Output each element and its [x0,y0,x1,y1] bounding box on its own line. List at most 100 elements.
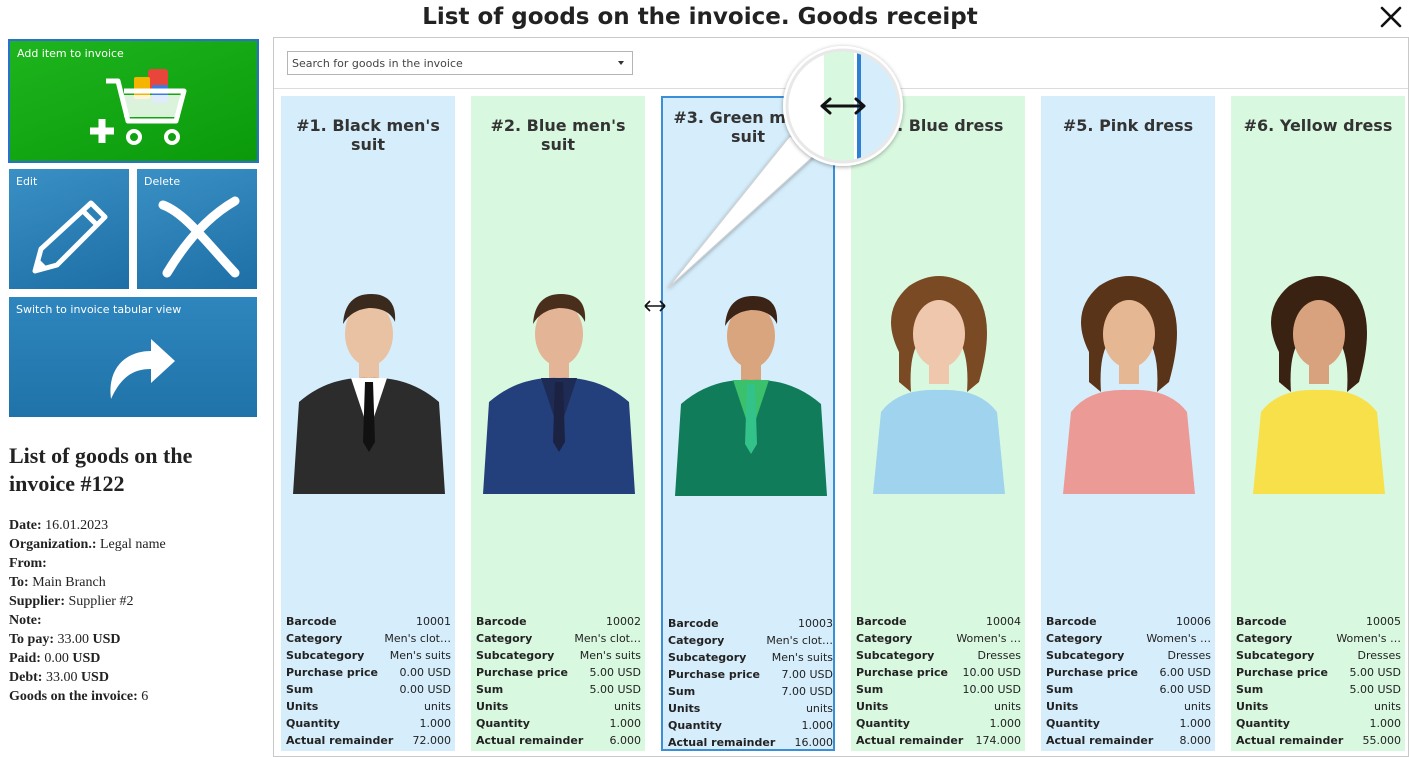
product-card[interactable]: #3. Green men's suit Barcode 10003 Category… [661,96,835,751]
field-value: Men's clot… [384,632,451,645]
field-label: Sum [856,683,884,696]
field-value: 1.000 [1369,717,1402,730]
add-item-button[interactable]: Add item to invoice [8,39,259,163]
product-card[interactable]: #4. Blue dress Barcode 10004 Category Women'… [851,96,1025,751]
field-label: Units [286,700,319,713]
field-value: 10.00 USD [962,683,1022,696]
field-value: Men's suits [579,649,641,662]
field-value: units [613,700,641,713]
field-label: Purchase price [668,668,760,681]
product-card[interactable]: #5. Pink dress Barcode 10006 Category Women'… [1041,96,1215,751]
field-value: Dresses [1167,649,1211,662]
product-card[interactable]: #6. Yellow dress Barcode 10005 Category Wome… [1231,96,1405,751]
field-row-category: Category Women's … [1236,630,1401,647]
info-debt: Debt: 33.00 USD [9,670,109,685]
field-label: Purchase price [856,666,948,679]
edit-button[interactable]: Edit [9,169,129,289]
product-fields: Barcode 10003 Category Men's clot… Subcatego… [668,615,833,751]
field-label: Quantity [476,717,530,730]
field-row-units: Units units [1046,698,1211,715]
field-row-subcategory: Subcategory Men's suits [476,647,641,664]
switch-view-label: Switch to invoice tabular view [16,303,182,316]
field-row-units: Units units [856,698,1021,715]
field-row-sum: Sum 7.00 USD [668,683,833,700]
field-row-barcode: Barcode 10003 [668,615,833,632]
info-date: Date: 16.01.2023 [9,518,109,533]
info-from: From: [9,556,47,571]
product-name: #2. Blue men's suit [490,116,626,154]
title-bar: List of goods on the invoice. Goods rece… [0,0,1409,36]
info-to-pay: To pay: 33.00 USD [9,632,121,647]
field-label: Units [856,700,889,713]
field-value: 10002 [606,615,641,628]
edit-label: Edit [16,175,38,188]
info-note: Note: [9,613,42,628]
field-value: units [423,700,451,713]
field-label: Units [1236,700,1269,713]
product-name: #6. Yellow dress [1243,116,1393,135]
field-label: Quantity [1236,717,1290,730]
field-label: Barcode [1236,615,1287,628]
field-value: 1.000 [989,717,1022,730]
field-label: Category [286,632,343,645]
field-value: 5.00 USD [1349,683,1402,696]
field-label: Actual remainder [856,734,964,747]
invoice-info: List of goods on the invoice #122 Date: … [9,442,259,706]
field-value: 5.00 USD [589,666,642,679]
field-label: Sum [476,683,504,696]
field-label: Purchase price [1236,666,1328,679]
field-value: 0.00 USD [399,683,452,696]
product-card[interactable]: #1. Black men's suit Barcode 10001 Category… [281,96,455,751]
field-value: Men's suits [389,649,451,662]
switch-view-button[interactable]: Switch to invoice tabular view [9,297,257,417]
product-photo [873,276,1005,494]
field-row-units: Units units [286,698,451,715]
field-label: Units [668,702,701,715]
field-row-price: Purchase price 7.00 USD [668,666,833,683]
field-label: Sum [1236,683,1264,696]
field-value: 7.00 USD [781,685,834,698]
field-row-remainder: Actual remainder 16.000 [668,734,833,751]
product-name: #5. Pink dress [1062,116,1194,135]
field-value: units [1373,700,1401,713]
product-name: #4. Blue dress [872,116,1004,135]
info-organization: Organization.: Legal name [9,537,166,552]
field-row-remainder: Actual remainder 8.000 [1046,732,1211,749]
search-input[interactable]: Search for goods in the invoice [287,51,633,75]
field-row-quantity: Quantity 1.000 [286,715,451,732]
field-row-remainder: Actual remainder 72.000 [286,732,451,749]
chevron-down-icon[interactable] [618,61,624,65]
field-value: units [993,700,1021,713]
field-row-units: Units units [668,700,833,717]
field-label: Subcategory [856,649,935,662]
field-row-category: Category Men's clot… [668,632,833,649]
field-label: Barcode [856,615,907,628]
field-label: Quantity [286,717,340,730]
field-row-subcategory: Subcategory Men's suits [668,649,833,666]
delete-x-icon [158,196,240,278]
field-label: Actual remainder [286,734,394,747]
field-row-category: Category Men's clot… [476,630,641,647]
product-photo [675,296,827,496]
field-value: 5.00 USD [589,683,642,696]
field-value: 72.000 [412,734,452,747]
field-row-units: Units units [476,698,641,715]
delete-button[interactable]: Delete [137,169,257,289]
field-value: 10.00 USD [962,666,1022,679]
product-fields: Barcode 10005 Category Women's … Subcategory… [1236,613,1401,749]
field-label: Actual remainder [1046,734,1154,747]
product-card[interactable]: #2. Blue men's suit Barcode 10002 Category M… [471,96,645,751]
field-row-sum: Sum 6.00 USD [1046,681,1211,698]
field-label: Barcode [1046,615,1097,628]
field-value: Men's suits [771,651,833,664]
forward-arrow-icon [110,339,175,399]
field-row-barcode: Barcode 10005 [1236,613,1401,630]
search-placeholder: Search for goods in the invoice [292,57,463,70]
field-value: Dresses [1357,649,1401,662]
field-row-quantity: Quantity 1.000 [1046,715,1211,732]
close-icon[interactable] [1378,2,1404,30]
product-fields: Barcode 10004 Category Women's … Subcategory… [856,613,1021,749]
field-label: Subcategory [1046,649,1125,662]
product-fields: Barcode 10002 Category Men's clot… Subcatego… [476,613,641,749]
field-label: Sum [286,683,314,696]
